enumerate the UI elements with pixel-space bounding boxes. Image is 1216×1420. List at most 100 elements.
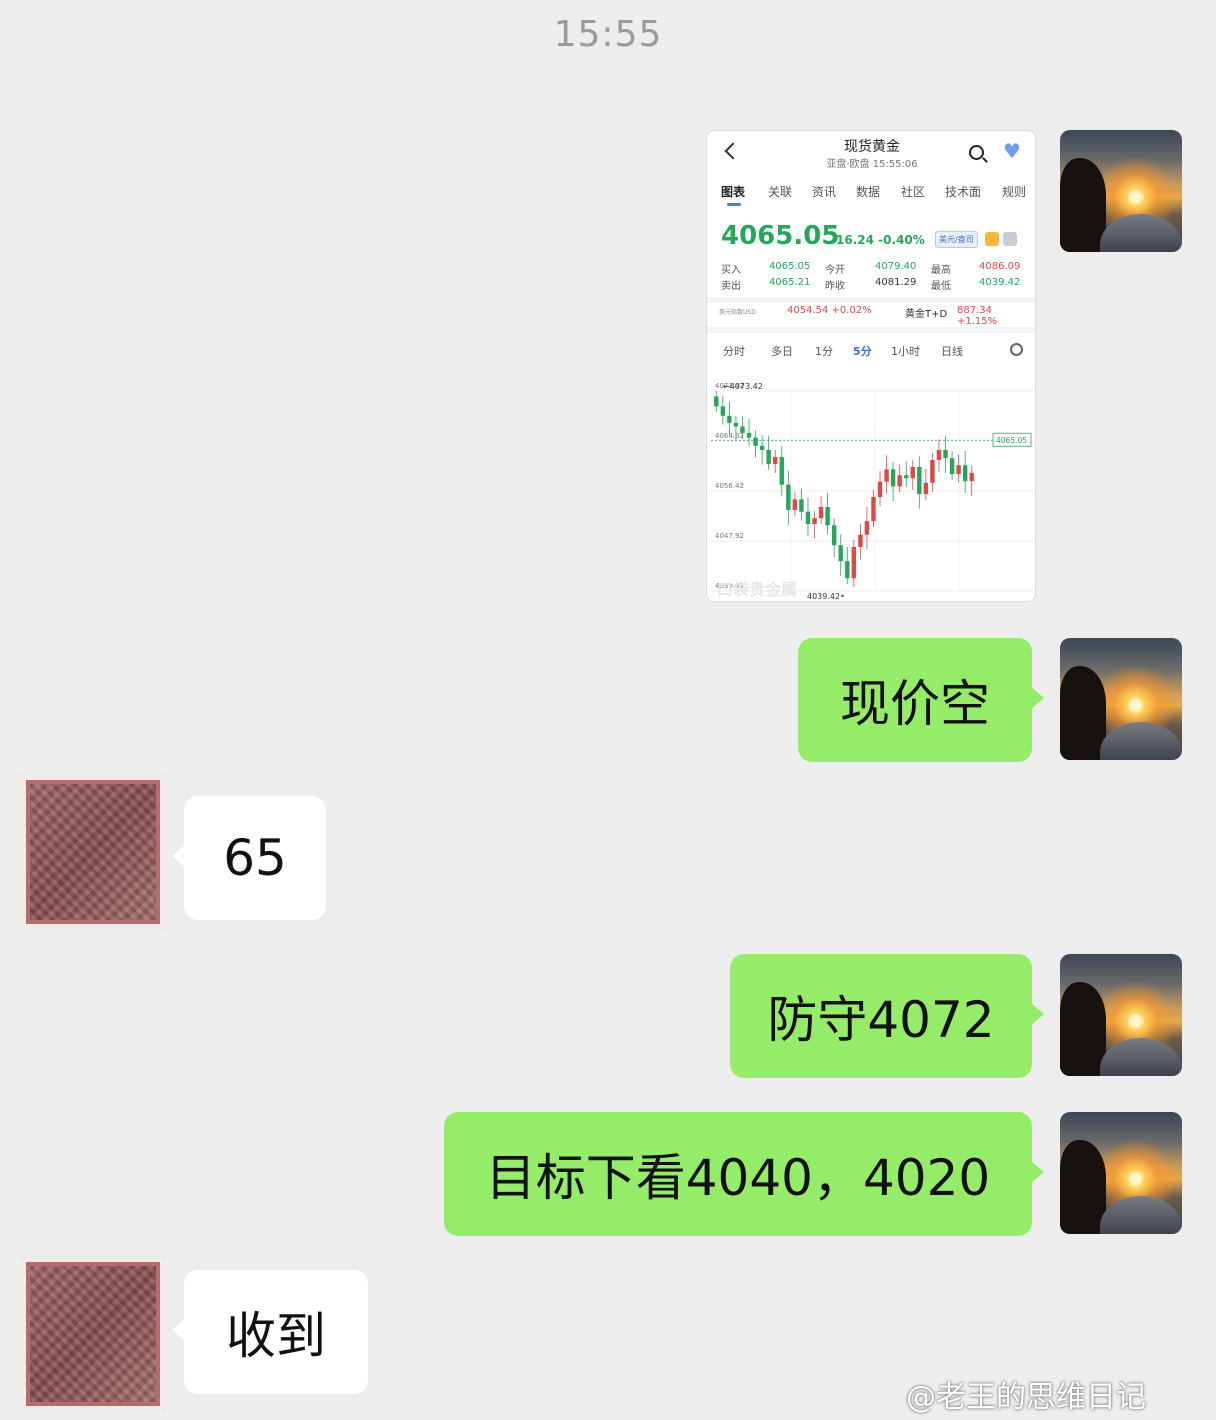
candle-body [740, 426, 745, 433]
tab-community: 社区 [901, 185, 926, 199]
message-bubble-other[interactable]: 65 [172, 796, 326, 920]
candle-body [930, 459, 935, 483]
period-tab-1min: 1分 [815, 345, 833, 358]
avatar-silhouette [1060, 982, 1106, 1076]
currency-badge: 美元/盎司 [935, 231, 978, 248]
avatar-silhouette [1060, 1140, 1106, 1234]
candle-body [812, 518, 817, 525]
open-label: 今开 [825, 265, 845, 276]
candle-body [923, 482, 929, 495]
avatar-clouds [1100, 1038, 1182, 1076]
avatar-silhouette [1060, 158, 1106, 252]
candle-body [884, 469, 889, 482]
candle-body [936, 449, 942, 460]
candle-body [786, 484, 791, 510]
prev-close-value: 4081.29 [875, 277, 917, 288]
message-bubble-self[interactable]: 防守4072 [730, 954, 1044, 1078]
chart-watermark: 口袋贵金属 [717, 580, 797, 599]
candlestick-chart: 4073.424064.924056.424047.924039.424065.… [711, 382, 1033, 601]
high-label: 最高 [931, 265, 951, 276]
avatar-silhouette [1060, 666, 1106, 760]
price-change: -16.24 -0.40% [831, 233, 925, 247]
candle-body [779, 457, 784, 485]
candle-body [969, 472, 974, 482]
screenshot-title: 现货黄金 [844, 139, 900, 155]
candle-body [792, 499, 798, 510]
tool-icon [1003, 232, 1017, 246]
favorite-heart-icon: ♥ [1003, 139, 1021, 163]
period-tab-1hour: 1小时 [891, 345, 920, 358]
ref-left-label: 美元指数USD [719, 309, 756, 316]
self-avatar[interactable] [1060, 1112, 1182, 1234]
message-bubble-self[interactable]: 目标下看4040，4020 [444, 1112, 1044, 1236]
candle-body [871, 497, 876, 522]
avatar-clouds [1100, 722, 1182, 760]
candle-body [831, 525, 837, 546]
self-avatar[interactable] [1060, 130, 1182, 252]
sell-label: 卖出 [721, 281, 741, 292]
ref-right-label: 黄金T+D [905, 309, 948, 320]
candle-body [943, 449, 948, 459]
min-price-label: 4039.42• [807, 592, 845, 601]
candle-body [877, 481, 883, 497]
period-tab-intraday: 分时 [723, 345, 745, 358]
candle-body [851, 547, 857, 579]
candle-body [727, 415, 732, 423]
candle-body [766, 449, 771, 465]
current-price: 4065.05 [721, 221, 840, 251]
other-avatar[interactable] [20, 1256, 166, 1412]
candle-body [917, 467, 922, 495]
tab-related: 关联 [768, 185, 793, 199]
message-bubble-other[interactable]: 收到 [172, 1270, 368, 1394]
candle-body [864, 521, 870, 535]
candle-body [720, 406, 726, 416]
candle-body [897, 475, 902, 487]
y-tick-label: 4047.92 [715, 532, 744, 540]
tab-data: 数据 [856, 185, 881, 199]
candle-body [858, 534, 863, 547]
gold-coin-icon [985, 232, 999, 246]
prev-close-label: 昨收 [825, 281, 845, 292]
period-tab-multiday: 多日 [771, 345, 793, 358]
chart-settings-icon [1010, 343, 1023, 356]
message-timestamp: 15:55 [553, 14, 663, 55]
candle-body [962, 465, 968, 482]
candle-body [805, 511, 811, 525]
candle-body [904, 475, 909, 479]
avatar-clouds [1100, 214, 1182, 252]
weibo-watermark: @老王的思维日记 [906, 1380, 1146, 1415]
candle-body [733, 422, 739, 427]
tab-news: 资讯 [812, 185, 837, 199]
candle-body [825, 507, 830, 526]
screenshot-header: 现货黄金 亚盘·欧盘 15:55:06 ♥ [707, 131, 1035, 179]
candle-body [759, 445, 765, 450]
candle-body [773, 457, 778, 465]
section-divider [707, 327, 1035, 333]
candle-body [845, 561, 850, 579]
shared-chart-screenshot[interactable]: 现货黄金 亚盘·欧盘 15:55:06 ♥ 图表 关联 资讯 数据 社区 技术面… [706, 130, 1036, 602]
candle-body [910, 467, 915, 479]
y-tick-label: 4056.42 [715, 482, 744, 490]
candle-body [956, 465, 961, 475]
candle-body [818, 507, 824, 519]
period-tab-5min: 5分 [853, 345, 872, 358]
section-divider [707, 297, 1035, 303]
other-avatar[interactable] [20, 774, 166, 930]
candle-body [714, 396, 719, 407]
self-avatar[interactable] [1060, 954, 1182, 1076]
sell-value: 4065.21 [769, 277, 811, 288]
candle-body [949, 458, 955, 475]
ref-right-value: 887.34 +1.15% [957, 305, 998, 327]
low-value: 4039.42 [979, 277, 1021, 288]
message-bubble-self[interactable]: 现价空 [798, 638, 1044, 762]
buy-label: 买入 [721, 265, 741, 276]
low-label: 最低 [931, 281, 951, 292]
candle-body [753, 437, 758, 446]
search-icon [969, 145, 984, 160]
tab-rules: 规则 [1002, 185, 1027, 199]
candle-body [746, 432, 752, 438]
tab-chart: 图表 [721, 185, 746, 206]
self-avatar[interactable] [1060, 638, 1182, 760]
candle-body [838, 545, 843, 562]
candle-body [890, 469, 896, 487]
